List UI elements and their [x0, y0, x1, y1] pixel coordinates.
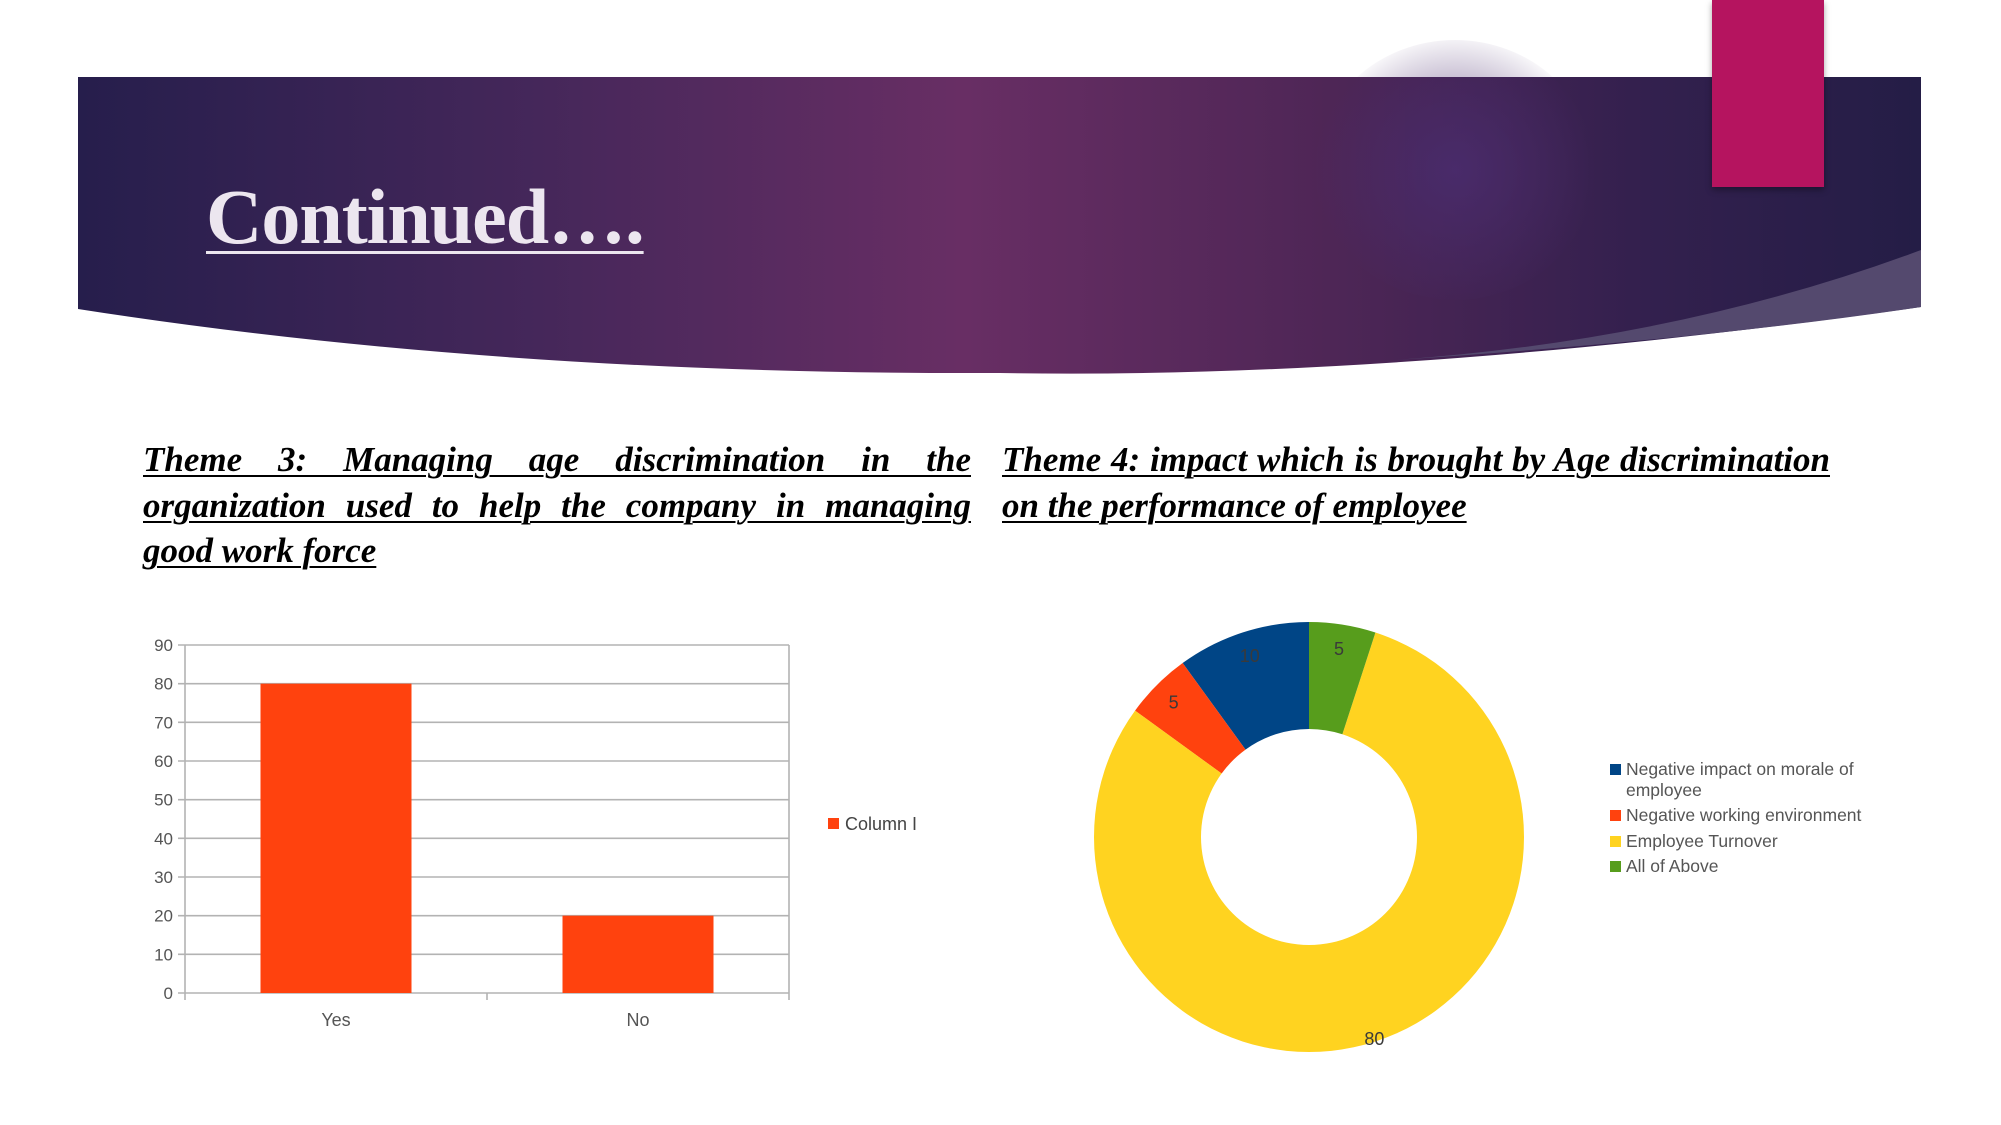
legend-swatch — [1610, 836, 1621, 847]
x-tick-label: Yes — [321, 1010, 350, 1030]
banner-glow — [1315, 40, 1595, 300]
y-tick-label: 50 — [154, 791, 173, 810]
y-tick-label: 20 — [154, 907, 173, 926]
bar-yes — [260, 683, 412, 993]
data-label: 5 — [1334, 639, 1344, 659]
legend-label: All of Above — [1626, 856, 1718, 876]
y-tick-label: 80 — [154, 675, 173, 694]
legend-swatch — [1610, 861, 1621, 872]
legend-swatch — [1610, 764, 1621, 775]
data-label: 10 — [1240, 646, 1260, 666]
legend-label: Employee Turnover — [1626, 831, 1778, 851]
legend-swatch — [1610, 810, 1621, 821]
bar-chart: 0 10 20 30 40 50 60 70 80 90 Yes No Column I — [154, 636, 917, 1030]
legend-label: Column I — [845, 814, 917, 834]
theme-4-heading: Theme 4: impact which is brought by Age … — [1002, 440, 1830, 525]
y-tick-label: 30 — [154, 868, 173, 887]
x-tick-label: No — [626, 1010, 649, 1030]
legend-label: Negative working environment — [1626, 805, 1862, 825]
slide-title: Continued…. — [206, 173, 645, 260]
y-tick-label: 60 — [154, 752, 173, 771]
legend-label: employee — [1626, 780, 1702, 800]
theme-3-heading: Theme 3: Managing age discrimination in … — [143, 440, 971, 570]
y-tick-label: 40 — [154, 829, 173, 848]
accent-bar — [1712, 0, 1824, 187]
y-tick-label: 90 — [154, 636, 173, 655]
y-tick-label: 10 — [154, 945, 173, 964]
y-tick-label: 0 — [164, 984, 173, 1003]
data-label: 80 — [1364, 1029, 1384, 1049]
y-tick-label: 70 — [154, 713, 173, 732]
legend-swatch — [828, 818, 839, 829]
donut-chart: 10 5 80 5 Negative impact on morale ofemploy… — [1094, 622, 1862, 1052]
legend-label: Negative impact on morale of — [1626, 759, 1854, 779]
data-label: 5 — [1169, 693, 1179, 713]
bar-no — [562, 915, 714, 993]
